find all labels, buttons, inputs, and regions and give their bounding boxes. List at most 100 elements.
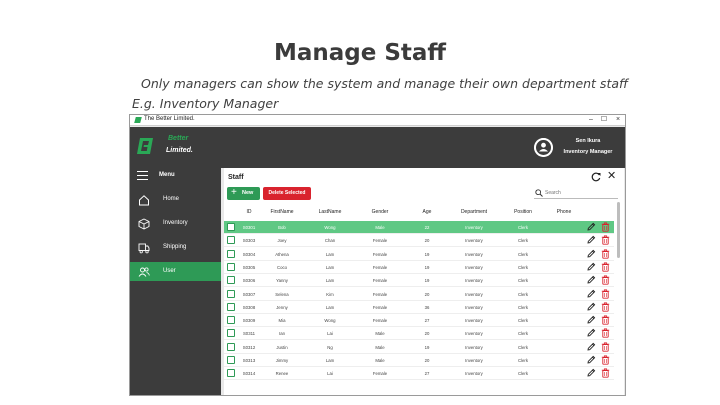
delete-selected-button[interactable]: Delete Selected bbox=[263, 187, 311, 200]
table-row[interactable]: S0314 Renee Lai Female 27 Inventory Clerk bbox=[224, 367, 614, 381]
cell-gender: Female bbox=[372, 264, 388, 270]
trash-icon[interactable] bbox=[601, 262, 610, 272]
edit-icon[interactable] bbox=[586, 328, 596, 338]
column-header-gender[interactable]: Gender bbox=[362, 209, 398, 215]
window-close-button[interactable]: × bbox=[612, 115, 624, 125]
cell-lastname: Lam bbox=[325, 304, 335, 310]
column-header-department[interactable]: Department bbox=[452, 209, 496, 215]
table-row[interactable]: S0309 Mia Wong Female 27 Inventory Clerk bbox=[224, 314, 614, 328]
edit-icon[interactable] bbox=[586, 342, 596, 352]
trash-icon[interactable] bbox=[601, 355, 610, 365]
menu-label: Menu bbox=[159, 172, 175, 178]
table-row[interactable]: S0301 Bob Wong Male 22 Inventory Clerk bbox=[224, 221, 614, 234]
cell-gender: Male bbox=[375, 331, 385, 337]
edit-icon[interactable] bbox=[586, 315, 596, 325]
cell-gender: Male bbox=[375, 344, 385, 350]
column-header-lastname[interactable]: LastName bbox=[312, 209, 348, 215]
sidebar-item-inventory[interactable]: Inventory bbox=[130, 214, 221, 233]
sidebar-item-home[interactable]: Home bbox=[130, 190, 221, 209]
column-header-firstname[interactable]: FirstName bbox=[264, 209, 300, 215]
vertical-scrollbar[interactable] bbox=[617, 202, 620, 258]
maximize-button[interactable]: ☐ bbox=[598, 115, 610, 125]
edit-icon[interactable] bbox=[586, 249, 596, 259]
home-icon bbox=[139, 195, 149, 206]
cell-position: Clerk bbox=[517, 238, 529, 244]
cell-position: Clerk bbox=[517, 358, 529, 363]
row-checkbox[interactable] bbox=[227, 223, 235, 231]
table-row[interactable]: S0313 Jimmy Lam Male 20 Inventory Clerk bbox=[224, 354, 614, 367]
row-checkbox[interactable] bbox=[227, 262, 235, 271]
trash-icon[interactable] bbox=[601, 235, 610, 245]
cell-gender: Female bbox=[372, 278, 388, 284]
cell-age: 20 bbox=[424, 358, 430, 363]
trash-icon[interactable] bbox=[601, 328, 610, 339]
trash-icon[interactable] bbox=[601, 288, 610, 299]
edit-icon[interactable] bbox=[586, 262, 596, 272]
company-logo-icon bbox=[137, 138, 153, 154]
row-checkbox[interactable] bbox=[227, 329, 235, 338]
table-row[interactable]: S0305 Coco Lam Female 19 Inventory Clerk bbox=[224, 261, 614, 274]
cell-gender: Female bbox=[372, 291, 388, 297]
row-checkbox[interactable] bbox=[227, 302, 235, 311]
cell-lastname: Kim bbox=[326, 291, 334, 297]
column-header-id[interactable]: ID bbox=[238, 209, 260, 215]
cell-department: Inventory bbox=[465, 371, 483, 377]
cell-id: S0314 bbox=[242, 371, 256, 377]
logo-text-line1: Better bbox=[168, 135, 189, 142]
column-header-age[interactable]: Age bbox=[416, 209, 438, 215]
close-panel-icon[interactable]: ✕ bbox=[607, 170, 616, 182]
hamburger-menu-icon[interactable] bbox=[137, 171, 148, 180]
table-row[interactable]: S0303 Joey Chan Female 20 Inventory Clerk bbox=[224, 234, 614, 248]
column-header-position[interactable]: Position bbox=[506, 209, 540, 215]
trash-icon[interactable] bbox=[601, 275, 610, 285]
edit-icon[interactable] bbox=[586, 275, 596, 285]
edit-icon[interactable] bbox=[586, 235, 596, 245]
minimize-button[interactable]: – bbox=[585, 115, 597, 125]
edit-icon[interactable] bbox=[586, 355, 596, 365]
trash-icon[interactable] bbox=[601, 302, 610, 312]
trash-icon[interactable] bbox=[601, 368, 610, 378]
logo-text-line2: Limited. bbox=[166, 147, 193, 154]
table-row[interactable]: S0307 Selena Kim Female 20 Inventory Clerk bbox=[224, 288, 614, 301]
edit-icon[interactable] bbox=[586, 368, 596, 378]
row-checkbox[interactable] bbox=[227, 276, 235, 285]
edit-icon[interactable] bbox=[586, 302, 596, 312]
trash-icon[interactable] bbox=[601, 315, 610, 325]
table-row[interactable]: S0308 Jenny Lam Female 36 Inventory Clerk bbox=[224, 301, 614, 314]
column-header-phone[interactable]: Phone bbox=[550, 209, 578, 215]
edit-icon[interactable] bbox=[586, 289, 596, 299]
search-box[interactable] bbox=[534, 188, 618, 199]
refresh-icon[interactable] bbox=[591, 172, 601, 182]
row-checkbox[interactable] bbox=[227, 356, 235, 364]
trash-icon[interactable] bbox=[601, 249, 610, 259]
cell-lastname: Lai bbox=[327, 371, 333, 377]
cell-department: Inventory bbox=[465, 304, 483, 310]
sidebar-item-user[interactable]: User bbox=[130, 262, 221, 281]
trash-icon[interactable] bbox=[601, 222, 610, 232]
user-avatar-icon[interactable] bbox=[534, 138, 553, 157]
cell-position: Clerk bbox=[517, 264, 529, 270]
cell-department: Inventory bbox=[465, 251, 483, 257]
app-header: Better Limited. Sen Ikura Inventory Mana… bbox=[130, 127, 625, 168]
table-row[interactable]: S0304 Athena Lam Female 19 Inventory Clerk bbox=[224, 248, 614, 261]
sidebar-item-shipping[interactable]: Shipping bbox=[130, 238, 221, 257]
row-checkbox[interactable] bbox=[227, 316, 235, 325]
search-input[interactable] bbox=[545, 188, 615, 198]
window-titlebar: The Better Limited. – ☐ × bbox=[130, 115, 625, 126]
trash-icon[interactable] bbox=[601, 342, 610, 352]
edit-icon[interactable] bbox=[586, 222, 596, 232]
row-checkbox[interactable] bbox=[227, 289, 235, 298]
new-staff-button[interactable]: + New bbox=[227, 187, 260, 200]
table-row[interactable]: S0311 Ian Lai Male 20 Inventory Clerk bbox=[224, 327, 614, 341]
row-checkbox[interactable] bbox=[227, 249, 235, 258]
row-checkbox[interactable] bbox=[227, 369, 235, 378]
table-row[interactable]: S0312 Justin Ng Male 19 Inventory Clerk bbox=[224, 341, 614, 354]
cell-department: Inventory bbox=[465, 331, 483, 337]
row-checkbox[interactable] bbox=[227, 342, 235, 351]
cell-gender: Female bbox=[372, 238, 388, 244]
cell-id: S0307 bbox=[242, 291, 256, 297]
row-checkbox[interactable] bbox=[227, 236, 235, 245]
table-body: S0301 Bob Wong Male 22 Inventory Clerk S0303 Joe… bbox=[224, 221, 620, 395]
cell-age: 27 bbox=[424, 371, 430, 377]
table-row[interactable]: S0306 Yanny Lam Female 19 Inventory Clerk bbox=[224, 274, 614, 288]
